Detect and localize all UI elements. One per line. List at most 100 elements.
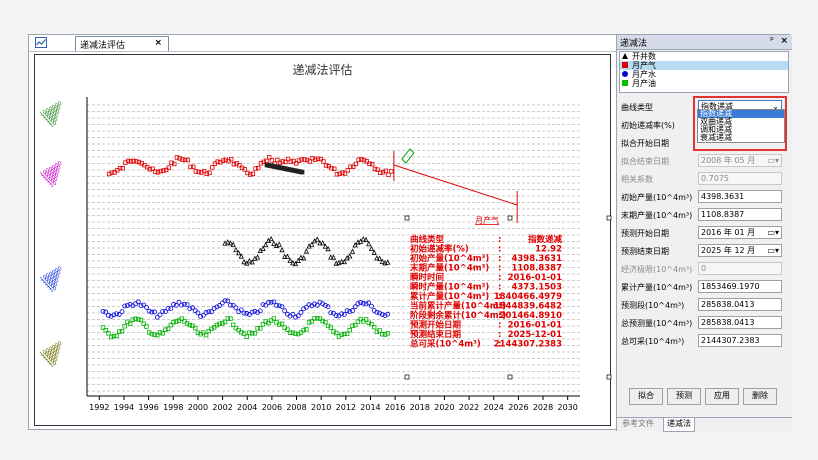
data-point <box>271 240 277 247</box>
selection-handle[interactable] <box>606 215 612 221</box>
forecast-line <box>393 164 518 206</box>
econ-limit-input: 0 <box>698 262 782 275</box>
data-point <box>298 310 304 315</box>
init-prod-input[interactable]: 4398.3631 <box>698 190 782 203</box>
square-icon <box>622 62 628 68</box>
data-point <box>168 306 174 312</box>
selection-handle[interactable] <box>507 215 513 221</box>
pred-end-row: 预测结束日期 2025 年 12 月 ▭▾ <box>621 244 789 258</box>
legend-label: 开井数 <box>632 52 656 61</box>
data-point <box>254 254 261 260</box>
data-point <box>203 310 209 315</box>
summary-label: 累计产量(10^4m³) <box>410 291 489 302</box>
total-pred-row: 总预测量(10^4m³) 285838.0413 <box>621 316 789 330</box>
legend-item[interactable]: 开井数 <box>620 52 788 61</box>
delete-button[interactable]: 删除 <box>743 388 777 405</box>
calendar-icon: ▭▾ <box>767 228 779 237</box>
fit-end-date-input[interactable]: 2008 年 05 月 ▭▾ <box>698 154 782 167</box>
data-point <box>276 241 282 247</box>
square-icon <box>622 80 628 86</box>
summary-value: 2025-12-01 <box>508 330 562 340</box>
pred-seg-row: 预测段(10^4m³) 285838.0413 <box>621 298 789 312</box>
fit-end-label: 拟合结束日期 <box>621 157 669 166</box>
selection-handle[interactable] <box>404 215 410 221</box>
correlation-input: 0.7075 <box>698 172 782 185</box>
pred-start-value: 2016 年 01 月 <box>701 228 756 237</box>
summary-label: 瞬时产量(10^4m³) <box>410 282 489 293</box>
data-point <box>249 309 255 315</box>
end-prod-input[interactable]: 1108.8387 <box>698 208 782 221</box>
x-tick-label: 1996 <box>138 403 158 412</box>
summary-label: 当前累计产量(10^4m³) <box>410 301 506 312</box>
data-point <box>271 299 277 305</box>
pin-icon[interactable]: ᵖ <box>770 36 774 46</box>
data-point <box>210 165 215 170</box>
summary-value: 1108.8387 <box>511 264 562 274</box>
summary-label: 曲线类型 <box>410 234 445 245</box>
x-tick-label: 2014 <box>360 403 380 412</box>
pred-end-date-input[interactable]: 2025 年 12 月 ▭▾ <box>698 244 782 257</box>
selection-handle[interactable] <box>606 374 612 380</box>
cum-prod-row: 累计产量(10^4m³) 1853469.1970 <box>621 280 789 294</box>
dropdown-option[interactable]: 衰减递减 <box>698 134 784 142</box>
pred-end-label: 预测结束日期 <box>621 247 669 256</box>
close-icon[interactable]: × <box>154 38 162 48</box>
selection-handle[interactable] <box>507 374 513 380</box>
init-prod-row: 初始产量(10^4m³) 4398.3631 <box>621 190 789 204</box>
predict-button[interactable]: 预测 <box>667 388 701 405</box>
econ-limit-row: 经济极限(10^4m³) 0 <box>621 262 789 276</box>
summary-label: 初始产量(10^4m³) <box>410 253 489 264</box>
summary-label: 阶段剩余累计(10^4m³) <box>410 310 506 321</box>
tab-label: 递减法评估 <box>80 41 126 51</box>
x-tick-label: 2002 <box>212 403 232 412</box>
data-point <box>339 311 345 317</box>
x-tick-label: 1998 <box>163 403 183 412</box>
close-icon[interactable]: × <box>780 36 788 46</box>
x-tick-label: 2006 <box>262 403 282 412</box>
data-point <box>263 241 269 248</box>
gas-curve-label: 月产气 <box>475 215 499 225</box>
selection-handle[interactable] <box>404 374 410 380</box>
data-point <box>314 236 320 242</box>
x-tick-label: 2024 <box>484 403 504 412</box>
data-point <box>366 240 372 247</box>
data-point <box>330 254 337 260</box>
legend-item[interactable]: 月产水 <box>620 70 788 79</box>
total-rec-input[interactable]: 2144307.2383 <box>698 334 782 347</box>
circle-icon <box>622 71 628 77</box>
summary-value: 4398.3631 <box>511 254 562 264</box>
summary-label: 瞬时时间 <box>410 272 444 283</box>
apply-button[interactable]: 应用 <box>705 388 739 405</box>
legend-label: 月产油 <box>632 79 656 88</box>
data-point <box>287 257 293 263</box>
data-point <box>349 248 356 254</box>
summary-value: 201464.8910 <box>500 311 562 321</box>
pred-seg-input[interactable]: 285838.0413 <box>698 298 782 311</box>
curve-type-label: 曲线类型 <box>621 103 653 112</box>
summary-value: 1844839.6482 <box>494 302 562 312</box>
data-point <box>184 302 190 308</box>
data-point <box>363 236 369 243</box>
x-tick-label: 2018 <box>410 403 430 412</box>
init-rate-label: 初始递减率(%) <box>621 121 675 130</box>
tab-reference-files[interactable]: 参考文件 <box>619 418 657 431</box>
triangle-icon <box>622 53 628 59</box>
fit-button[interactable]: 拟合 <box>629 388 663 405</box>
summary-value: 2016-01-01 <box>508 321 562 331</box>
total-pred-input[interactable]: 285838.0413 <box>698 316 782 329</box>
pred-start-date-input[interactable]: 2016 年 01 月 ▭▾ <box>698 226 782 239</box>
x-tick-label: 1994 <box>114 403 134 412</box>
correlation-label: 相关系数 <box>621 175 653 184</box>
fit-end-row: 拟合结束日期 2008 年 05 月 ▭▾ <box>621 154 789 168</box>
summary-separator: : <box>498 330 501 340</box>
data-point <box>260 245 266 251</box>
data-point <box>144 304 149 310</box>
legend-item[interactable]: 月产油 <box>620 79 788 88</box>
tab-decline-eval[interactable]: 递减法评估 × <box>75 36 169 51</box>
x-tick-label: 2020 <box>434 403 454 412</box>
legend-item[interactable]: 月产气 <box>620 61 788 70</box>
cum-prod-input[interactable]: 1853469.1970 <box>698 280 782 293</box>
tab-decline-method[interactable]: 递减法 <box>663 418 695 432</box>
end-prod-row: 末期产量(10^4m³) 1108.8387 <box>621 208 789 222</box>
x-tick-label: 2010 <box>311 403 331 412</box>
